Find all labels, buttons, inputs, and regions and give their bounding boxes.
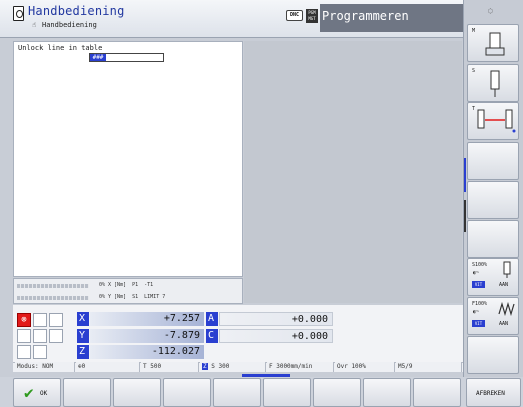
probe-icon[interactable]	[33, 345, 47, 359]
axis-c-label: C	[206, 329, 218, 343]
feed-status: F 3000mm/min	[267, 362, 334, 372]
right-softkey-5[interactable]	[467, 181, 519, 219]
softkey-scroll-indicator-dark	[464, 200, 466, 232]
axis-y-value: -7.879	[90, 329, 204, 343]
blank-button[interactable]	[49, 329, 63, 343]
aan-label: AAN	[499, 321, 509, 327]
softkey-scroll-indicator	[464, 158, 466, 192]
axis-x-value: +7.257	[90, 312, 204, 326]
softkey-3[interactable]	[113, 378, 161, 407]
m-label: M	[472, 28, 476, 34]
status-line-1: 0% X [Nm] P1 -T1	[99, 282, 154, 288]
afbreken-label: AFBREKEN	[476, 390, 505, 397]
status-line-2: 0% Y [Nm] S1 LIMIT 7	[99, 294, 166, 300]
feed-wave-icon	[498, 302, 515, 316]
spindle-status: Z S 300	[200, 362, 266, 372]
dnc-button[interactable]: DNC	[286, 10, 303, 21]
mode-title: Handbediening	[28, 4, 125, 18]
t0-status: ⊕0	[76, 362, 140, 372]
spindle-icon	[485, 32, 505, 56]
tool-status: T 500	[141, 362, 199, 372]
axis-y-label: Y	[77, 329, 89, 343]
tool-icon[interactable]	[33, 313, 47, 327]
s-function-softkey[interactable]: S	[467, 64, 519, 102]
softkey-4[interactable]	[163, 378, 211, 407]
m-function-softkey[interactable]: M	[467, 24, 519, 62]
afbreken-button[interactable]: AFBREKEN	[466, 378, 521, 407]
program-manager-icon[interactable]: PGM MGT	[306, 9, 318, 23]
axis-z-label: Z	[77, 345, 89, 359]
axis-z-value: -112.027	[90, 345, 204, 359]
graphics-panel	[244, 41, 462, 303]
softkey-9[interactable]	[413, 378, 461, 407]
right-softkey-6[interactable]	[467, 220, 519, 258]
t-function-softkey[interactable]: T	[467, 102, 519, 140]
s-label: S	[472, 68, 476, 74]
manual-mode-icon	[13, 6, 24, 21]
axis-a-value: +0.000	[219, 312, 333, 326]
t-label: T	[472, 106, 476, 112]
aan-label: AAN	[499, 282, 509, 288]
mode-subtitle: Handbediening	[42, 21, 97, 29]
softkey-6[interactable]	[263, 378, 311, 407]
subtitle-hand-icon: ☝	[32, 21, 37, 29]
right-softkey-9[interactable]	[467, 336, 519, 374]
alarm-icon[interactable]: ⊗	[17, 313, 31, 327]
modus-status: Modus: NOM	[15, 362, 75, 372]
dial-icon: ◐~	[473, 309, 480, 315]
vit-badge: VIT	[472, 281, 485, 288]
axis-c-value: +0.000	[219, 329, 333, 343]
axis-a-label: A	[206, 312, 218, 326]
blank-button[interactable]	[49, 313, 63, 327]
x-load-bar	[17, 284, 89, 288]
load-status-area: 0% X [Nm] P1 -T1 0% Y [Nm] S1 LIMIT 7	[13, 278, 243, 304]
axis-x-label: X	[77, 312, 89, 326]
blank-button[interactable]	[17, 345, 31, 359]
table-title: Unlock line in table	[18, 44, 103, 52]
blank-button[interactable]	[33, 329, 47, 343]
table-input-value[interactable]: ###	[90, 54, 106, 61]
softkey-7[interactable]	[313, 378, 361, 407]
ok-label: OK	[40, 390, 48, 397]
softkey-8[interactable]	[363, 378, 411, 407]
spindle-small-icon	[503, 261, 511, 278]
softkey-5[interactable]	[213, 378, 261, 407]
override-status: Ovr 100%	[335, 362, 395, 372]
ok-button[interactable]: ✔ OK	[13, 378, 61, 407]
right-softkey-4[interactable]	[467, 142, 519, 180]
y-load-bar	[17, 296, 89, 300]
program-mode-label: Programmeren	[322, 9, 409, 23]
m-status: M5/9	[396, 362, 462, 372]
spindle-speed-icon	[490, 70, 500, 97]
softkey-2[interactable]	[63, 378, 111, 407]
spindle-override-softkey[interactable]: S100% ◐~ VIT AAN	[467, 258, 519, 296]
blank-button[interactable]	[17, 329, 31, 343]
vit-badge: VIT	[472, 320, 485, 327]
softkey-page-indicator	[242, 374, 290, 377]
table-panel	[13, 41, 243, 277]
feed-override-softkey[interactable]: F100% ◐~ VIT AAN	[467, 297, 519, 335]
f100-label: F100%	[472, 301, 488, 307]
dial-icon: ◐~	[473, 270, 480, 276]
clock-icon: ◌	[488, 6, 493, 15]
s100-label: S100%	[472, 262, 488, 268]
check-icon: ✔	[24, 383, 34, 402]
tool-change-icon	[477, 109, 516, 133]
